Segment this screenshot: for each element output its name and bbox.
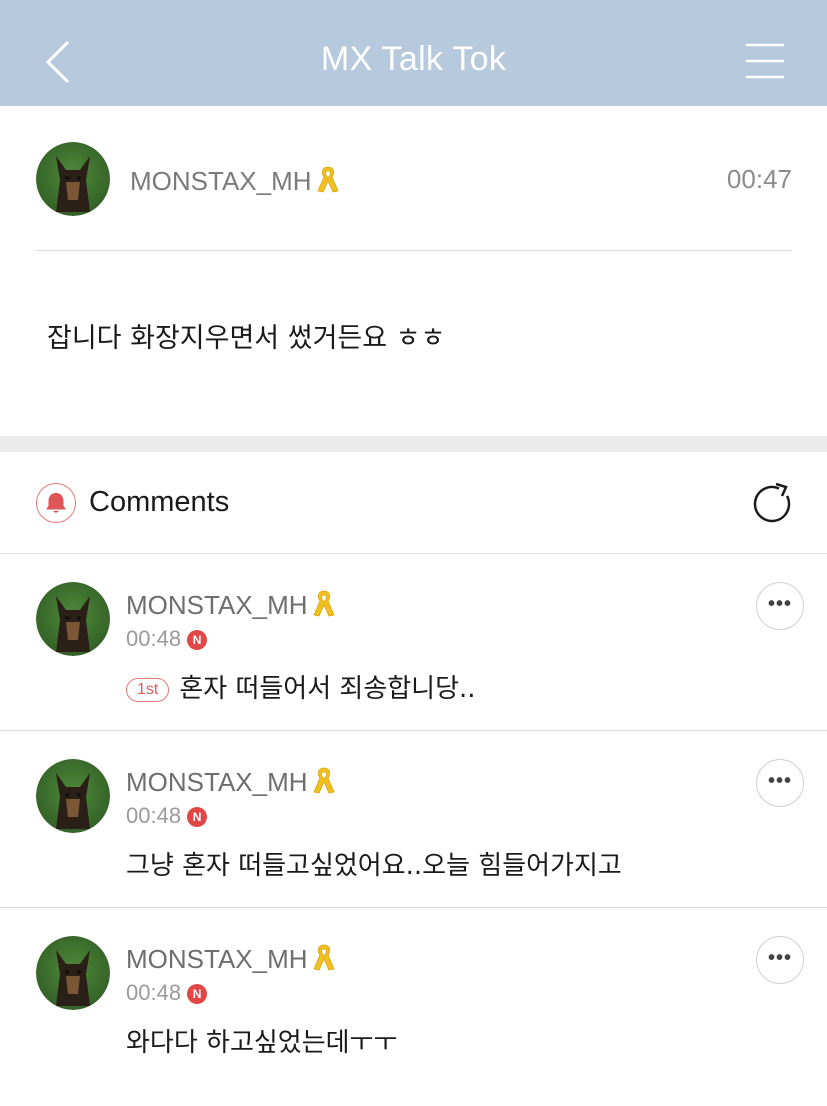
avatar[interactable] — [36, 582, 110, 656]
refresh-icon — [753, 482, 791, 523]
comments-title: Comments — [89, 486, 230, 518]
avatar[interactable] — [36, 759, 110, 833]
comment-timestamp: 00:48 — [126, 626, 182, 651]
comment-author-name: MONSTAX_MH — [126, 590, 308, 620]
more-options-button[interactable]: ••• — [756, 582, 804, 630]
refresh-button[interactable] — [750, 482, 796, 528]
divider — [0, 730, 827, 731]
more-dots-icon: ••• — [767, 947, 792, 969]
comments-header: Comments — [0, 452, 827, 554]
comment-timestamp: 00:48 — [126, 980, 182, 1005]
more-dots-icon: ••• — [767, 770, 792, 792]
comment-author-name: MONSTAX_MH — [126, 767, 308, 797]
post-timestamp: 00:47 — [726, 164, 792, 194]
new-badge: N — [187, 630, 208, 650]
bell-button[interactable] — [36, 483, 76, 523]
top-navigation-bar: MX Talk Tok — [0, 0, 827, 106]
post-author[interactable]: MONSTAX_MH — [130, 164, 340, 197]
comment-item: MONSTAX_MH 00:48 N 그냥 혼자 떠들고싶었어요..오늘 힘들어가… — [0, 753, 827, 929]
comment-item: MONSTAX_MH 00:48 N 와다다 하고싶었는데ㅜㅜ ••• — [0, 930, 827, 1106]
rank-badge: 1st — [126, 678, 170, 702]
bell-icon — [45, 492, 66, 513]
yellow-ribbon-icon — [316, 166, 339, 193]
comment-author[interactable]: MONSTAX_MH — [126, 588, 336, 621]
post-author-name: MONSTAX_MH — [130, 166, 312, 196]
comment-author-name: MONSTAX_MH — [126, 944, 308, 974]
yellow-ribbon-icon — [312, 767, 335, 794]
comment-meta: 00:48 N — [126, 803, 208, 829]
comment-item: MONSTAX_MH 00:48 N 1st 혼자 떠들어서 죄송합니당.. ••• — [0, 576, 827, 752]
avatar[interactable] — [36, 936, 110, 1010]
divider — [35, 250, 792, 251]
comment-meta: 00:48 N — [126, 980, 208, 1006]
new-badge: N — [187, 807, 208, 827]
comment-author[interactable]: MONSTAX_MH — [126, 942, 336, 975]
menu-button[interactable] — [740, 38, 790, 88]
divider — [0, 553, 827, 554]
comment-text-row: 1st 혼자 떠들어서 죄송합니당.. — [126, 668, 476, 705]
yellow-ribbon-icon — [312, 944, 335, 971]
comment-text: 그냥 혼자 떠들고싶었어요..오늘 힘들어가지고 — [126, 851, 622, 881]
comment-author[interactable]: MONSTAX_MH — [126, 765, 336, 798]
more-dots-icon: ••• — [767, 593, 792, 615]
section-separator — [0, 436, 827, 452]
comment-text: 와다다 하고싶었는데ㅜㅜ — [126, 1028, 398, 1058]
new-badge: N — [187, 984, 208, 1004]
comment-timestamp: 00:48 — [126, 803, 182, 828]
more-options-button[interactable]: ••• — [756, 936, 804, 984]
more-options-button[interactable]: ••• — [756, 759, 804, 807]
app-title: MX Talk Tok — [320, 40, 507, 78]
hamburger-menu-icon — [746, 43, 784, 79]
divider — [0, 907, 827, 908]
avatar[interactable] — [36, 142, 110, 216]
yellow-ribbon-icon — [312, 590, 335, 617]
post-header: MONSTAX_MH 00:47 — [0, 106, 827, 252]
comment-meta: 00:48 N — [126, 626, 208, 652]
post-body: 잡니다 화장지우면서 썼거든요 ㅎㅎ — [47, 323, 446, 354]
comment-text: 혼자 떠들어서 죄송합니당.. — [179, 674, 476, 704]
